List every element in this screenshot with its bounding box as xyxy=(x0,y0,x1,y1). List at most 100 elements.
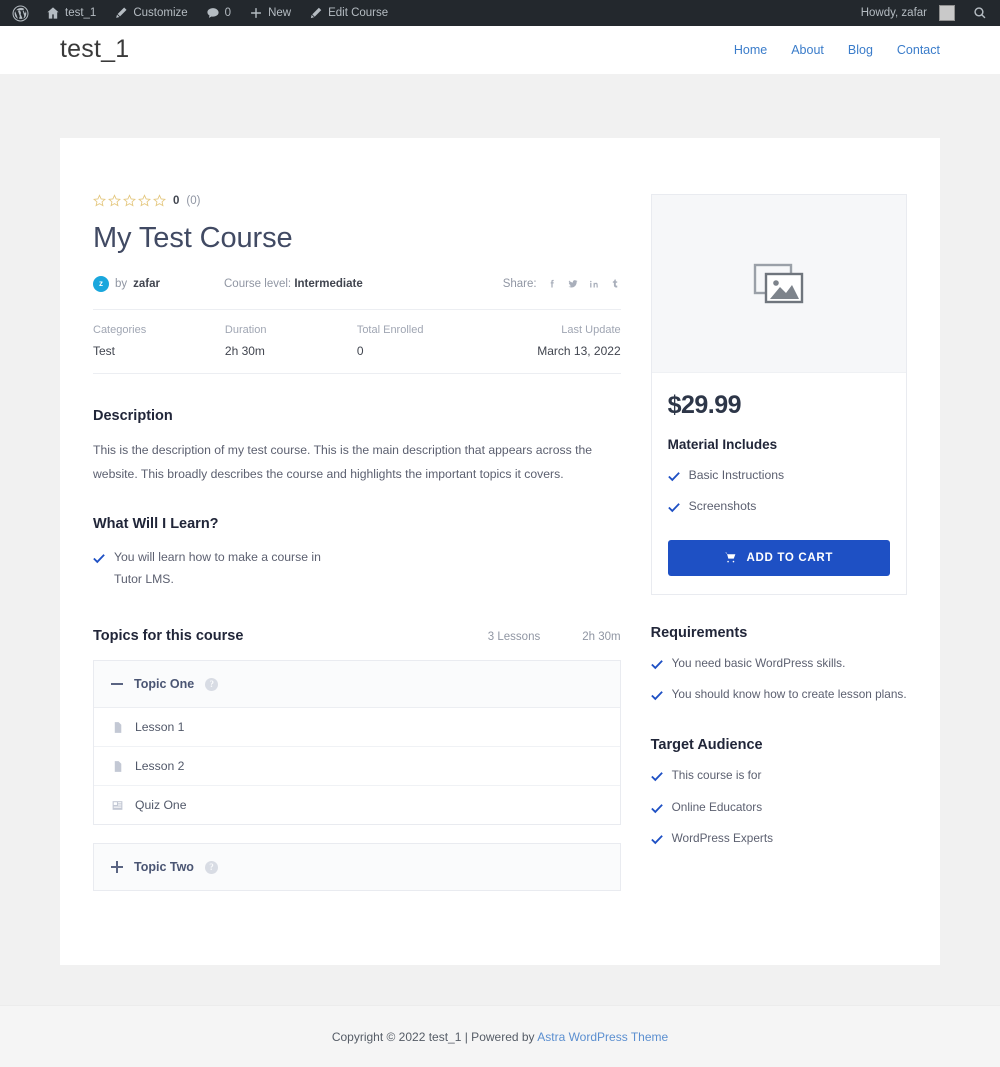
course-info-row: Categories Test Duration 2h 30m Total En… xyxy=(93,308,621,374)
info-cell-total-enrolled: Total Enrolled 0 xyxy=(357,324,489,358)
list-item: This course is for xyxy=(650,767,907,788)
info-value-total-enrolled: 0 xyxy=(356,343,364,358)
admin-bar-my-account[interactable]: Howdy, zafar xyxy=(852,0,964,26)
author-prefix: by xyxy=(115,277,128,290)
share-label: Share: xyxy=(502,277,537,290)
star-icon-4 xyxy=(138,194,151,207)
star-icon-2 xyxy=(108,194,121,207)
admin-bar-customize[interactable]: Customize xyxy=(105,0,196,26)
paintbrush-icon xyxy=(116,7,127,18)
wordpress-logo-icon xyxy=(12,5,29,21)
lesson-document-icon xyxy=(111,721,124,734)
rating-stars[interactable] xyxy=(93,194,166,207)
site-title[interactable]: test_1 xyxy=(60,35,129,64)
info-icon[interactable]: ? xyxy=(204,860,218,874)
admin-bar-comments[interactable]: 0 xyxy=(197,0,240,26)
check-icon xyxy=(650,767,663,788)
admin-bar-howdy-label: Howdy, zafar xyxy=(860,7,927,19)
info-label-last-update: Last Update xyxy=(561,323,621,336)
lesson-name: Quiz One xyxy=(135,798,187,813)
info-label-total-enrolled: Total Enrolled xyxy=(356,323,424,336)
lesson-name: Lesson 1 xyxy=(135,720,185,735)
list-item: WordPress Experts xyxy=(650,830,907,851)
list-item: Screenshots xyxy=(667,496,890,520)
topic-header-two[interactable]: Topic Two ? xyxy=(94,844,620,891)
site-header: test_1 Home About Blog Contact xyxy=(0,26,1000,74)
plus-icon xyxy=(251,8,261,18)
requirements-list: You need basic WordPress skills. You sho… xyxy=(650,655,907,707)
material-includes-title: Material Includes xyxy=(667,437,778,452)
topics-total-duration: 2h 30m xyxy=(582,631,621,644)
audience-item-text: Online Educators xyxy=(671,799,763,814)
home-icon xyxy=(47,7,59,19)
topic-block-two: Topic Two ? xyxy=(93,843,621,892)
description-body: This is the description of my test cours… xyxy=(93,442,593,481)
admin-bar-search-button[interactable] xyxy=(964,0,996,26)
nav-item-contact[interactable]: Contact xyxy=(897,43,940,57)
twitter-icon xyxy=(568,280,578,288)
audience-item-text: This course is for xyxy=(671,768,762,783)
info-cell-categories: Categories Test xyxy=(93,324,225,358)
add-to-cart-button[interactable]: ADD TO CART xyxy=(667,539,890,576)
check-icon xyxy=(650,686,663,707)
admin-bar-edit-course[interactable]: Edit Course xyxy=(300,0,397,26)
description-section: Description This is the description of m… xyxy=(93,408,621,487)
course-author[interactable]: z by zafar xyxy=(93,275,198,292)
course-level-value: Intermediate xyxy=(294,277,363,290)
nav-item-home[interactable]: Home xyxy=(734,43,767,57)
plus-icon xyxy=(111,861,123,874)
course-meta-row: z by zafar Course level: Intermediate Sh… xyxy=(93,275,621,309)
info-cell-duration: Duration 2h 30m xyxy=(225,324,357,358)
share-linkedin-button[interactable] xyxy=(588,278,600,290)
price-card-body: $29.99 Material Includes Basic Instructi… xyxy=(652,373,906,594)
share-twitter-button[interactable] xyxy=(567,278,579,290)
info-label-duration: Duration xyxy=(224,323,267,336)
share-facebook-button[interactable] xyxy=(546,278,558,290)
check-icon xyxy=(93,547,105,590)
target-audience-title: Target Audience xyxy=(650,737,763,754)
author-name: zafar xyxy=(133,277,161,290)
author-avatar: z xyxy=(93,275,109,292)
page-canvas: 0 (0) My Test Course z by zafar Course l… xyxy=(0,138,1000,1067)
admin-bar-new-content[interactable]: New xyxy=(240,0,300,26)
footer-theme-link[interactable]: Astra WordPress Theme xyxy=(537,1030,668,1044)
topics-stats: 3 Lessons 2h 30m xyxy=(488,631,621,643)
page-title: My Test Course xyxy=(93,222,293,254)
avatar xyxy=(939,5,955,21)
linkedin-icon xyxy=(589,280,598,288)
quiz-icon xyxy=(111,799,124,812)
audience-item-text: WordPress Experts xyxy=(671,831,773,846)
nav-item-about[interactable]: About xyxy=(791,43,824,57)
share-tumblr-button[interactable] xyxy=(609,278,621,290)
description-title: Description xyxy=(93,407,173,424)
site-footer: Copyright © 2022 test_1 | Powered by Ast… xyxy=(0,1005,1000,1067)
material-item-text: Screenshots xyxy=(688,499,757,514)
price-card: $29.99 Material Includes Basic Instructi… xyxy=(650,194,907,595)
course-level: Course level: Intermediate xyxy=(224,278,363,290)
facebook-icon xyxy=(550,279,554,288)
admin-bar-site-name[interactable]: test_1 xyxy=(37,0,105,26)
share-group: Share: xyxy=(503,278,621,290)
list-item: Online Educators xyxy=(650,799,907,820)
what-will-i-learn-list: You will learn how to make a course in T… xyxy=(93,547,621,590)
topic-header-one[interactable]: Topic One ? xyxy=(94,661,620,709)
table-row[interactable]: Lesson 1 xyxy=(94,708,620,748)
check-icon xyxy=(667,496,680,520)
table-row[interactable]: Quiz One xyxy=(94,786,620,824)
target-audience-section: Target Audience This course is for Onlin… xyxy=(651,737,907,851)
table-row[interactable]: Lesson 2 xyxy=(94,747,620,787)
check-icon xyxy=(650,799,663,820)
wordpress-logo-button[interactable] xyxy=(4,0,37,26)
info-icon[interactable]: ? xyxy=(205,677,219,691)
footer-copyright-text: Copyright © 2022 test_1 | Powered by xyxy=(331,1029,538,1044)
lesson-name: Lesson 2 xyxy=(135,759,185,774)
admin-bar-site-name-label: test_1 xyxy=(65,7,97,19)
shopping-cart-icon xyxy=(725,552,736,563)
check-icon xyxy=(667,465,680,489)
learn-item-text: You will learn how to make a course in T… xyxy=(114,550,321,586)
requirement-item-text: You need basic WordPress skills. xyxy=(671,655,846,670)
nav-item-blog[interactable]: Blog xyxy=(848,43,873,57)
rating-count: (0) xyxy=(186,194,201,207)
admin-bar-customize-label: Customize xyxy=(133,7,188,19)
topic-name-one: Topic One xyxy=(134,677,195,692)
